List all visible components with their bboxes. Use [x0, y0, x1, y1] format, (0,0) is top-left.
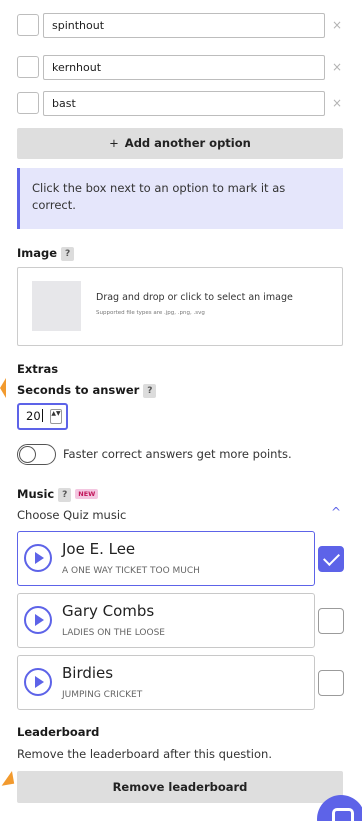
- leaderboard-description: Remove the leaderboard after this questi…: [17, 747, 272, 761]
- spinner-icon[interactable]: ▲▼: [50, 409, 62, 424]
- image-label: Image: [17, 246, 58, 260]
- music-track[interactable]: Gary Combs LADIES ON THE LOOSE: [17, 593, 315, 648]
- seconds-input[interactable]: 20 ▲▼: [17, 403, 68, 430]
- music-track[interactable]: Birdies JUMPING CRICKET: [17, 655, 315, 710]
- music-label: Music: [17, 487, 55, 501]
- pointer-marker: [0, 378, 6, 398]
- remove-option-icon[interactable]: ×: [331, 16, 343, 34]
- help-icon[interactable]: ?: [61, 247, 75, 261]
- option-text-input[interactable]: spinthout: [43, 13, 325, 38]
- chevron-up-icon[interactable]: ^: [331, 505, 341, 519]
- music-track[interactable]: Joe E. Lee A ONE WAY TICKET TOO MUCH: [17, 531, 315, 586]
- answer-option-row: spinthout ×: [17, 13, 343, 41]
- seconds-value: 20: [26, 409, 43, 423]
- info-text: Click the box next to an option to mark …: [32, 181, 286, 212]
- music-section-label: Music? NEW: [17, 487, 99, 502]
- track-artist: JUMPING CRICKET: [62, 690, 143, 700]
- image-dropzone[interactable]: Drag and drop or click to select an imag…: [17, 267, 343, 346]
- choose-music-label: Choose Quiz music: [17, 508, 127, 522]
- track-title: Gary Combs: [62, 602, 155, 620]
- track-select-checkbox[interactable]: [318, 670, 344, 696]
- track-title: Birdies: [62, 664, 114, 682]
- leaderboard-heading: Leaderboard: [17, 725, 100, 739]
- track-title: Joe E. Lee: [62, 540, 136, 558]
- option-correct-checkbox[interactable]: [17, 56, 39, 78]
- toggle-knob: [19, 446, 36, 463]
- add-option-label: Add another option: [124, 136, 251, 150]
- faster-points-label: Faster correct answers get more points.: [63, 447, 292, 461]
- answer-option-row: bast ×: [17, 91, 343, 119]
- plus-icon: +: [109, 136, 119, 150]
- track-select-checkbox[interactable]: [318, 546, 344, 572]
- track-artist: LADIES ON THE LOOSE: [62, 628, 165, 638]
- dropzone-text: Drag and drop or click to select an imag…: [96, 292, 293, 303]
- seconds-to-answer-label: Seconds to answer?: [17, 383, 157, 398]
- answer-option-row: kernhout ×: [17, 55, 343, 83]
- seconds-label-text: Seconds to answer: [17, 383, 140, 397]
- help-icon[interactable]: ?: [143, 384, 157, 398]
- play-icon[interactable]: [24, 606, 52, 634]
- option-text-input[interactable]: kernhout: [43, 55, 325, 80]
- info-callout: Click the box next to an option to mark …: [17, 168, 343, 229]
- image-section-label: Image?: [17, 246, 75, 261]
- extras-heading: Extras: [17, 362, 59, 376]
- add-option-button[interactable]: + Add another option: [17, 128, 343, 159]
- remove-leaderboard-button[interactable]: Remove leaderboard: [17, 771, 343, 803]
- remove-option-icon[interactable]: ×: [331, 58, 343, 76]
- new-badge: NEW: [75, 489, 99, 499]
- remove-option-icon[interactable]: ×: [331, 94, 343, 112]
- play-icon[interactable]: [24, 668, 52, 696]
- option-correct-checkbox[interactable]: [17, 14, 39, 36]
- track-select-checkbox[interactable]: [318, 608, 344, 634]
- image-placeholder: [32, 281, 81, 331]
- faster-points-toggle[interactable]: [17, 444, 56, 465]
- play-icon[interactable]: [24, 544, 52, 572]
- help-icon[interactable]: ?: [58, 488, 72, 502]
- option-correct-checkbox[interactable]: [17, 92, 39, 114]
- dropzone-supported-types: Supported file types are .jpg, .png, .sv…: [96, 310, 205, 316]
- option-text-input[interactable]: bast: [43, 91, 325, 116]
- track-artist: A ONE WAY TICKET TOO MUCH: [62, 566, 200, 576]
